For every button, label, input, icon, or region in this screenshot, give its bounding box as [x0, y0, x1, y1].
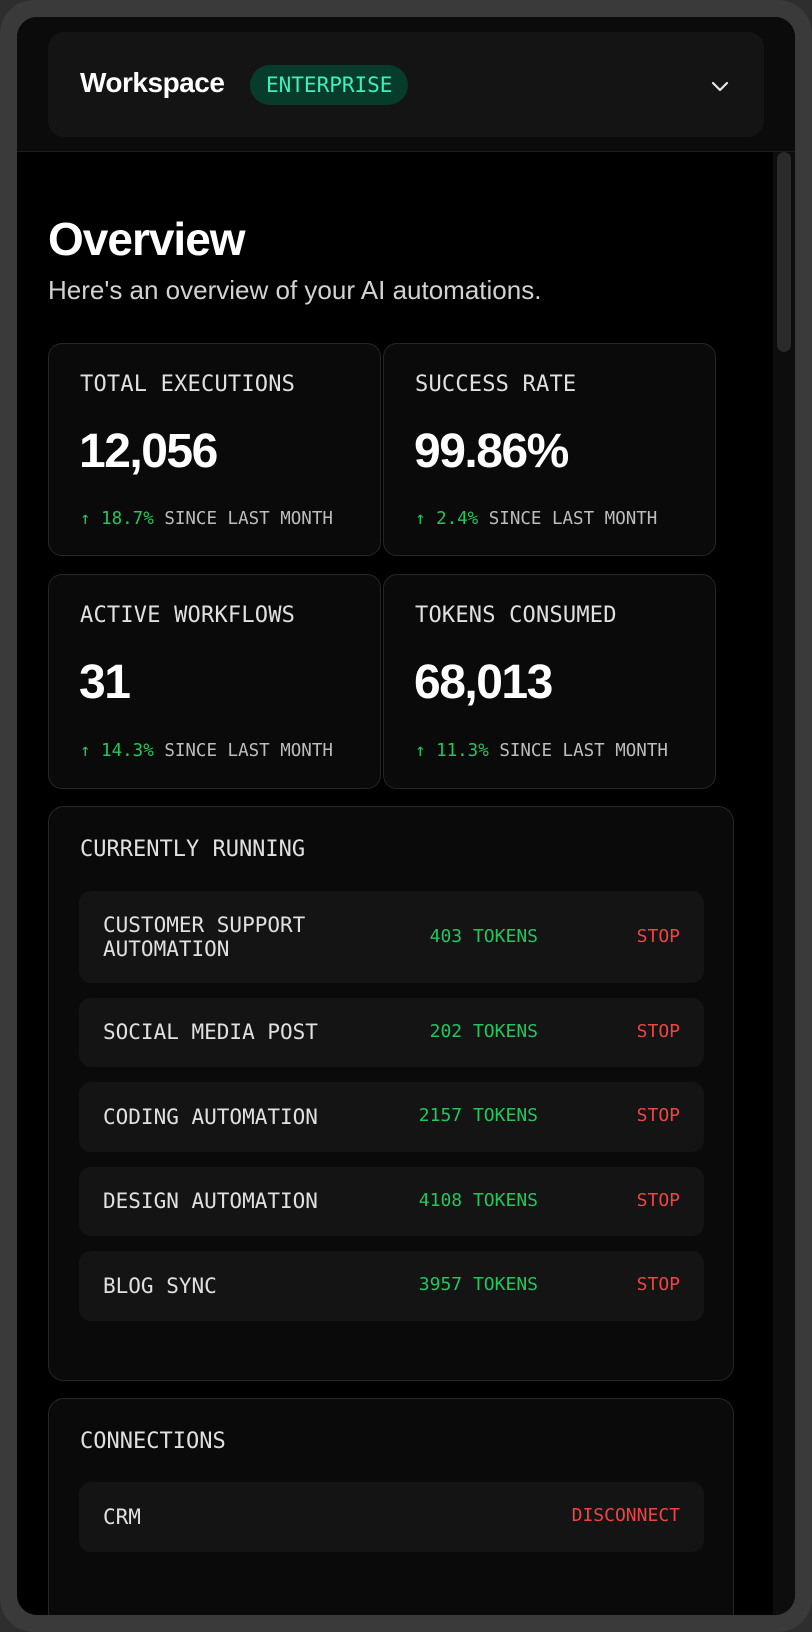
workspace-switcher[interactable]: Workspace ENTERPRISE	[48, 32, 764, 137]
stat-change: ↑ 18.7% SINCE LAST MONTH	[80, 509, 333, 529]
running-item: BLOG SYNC 3957 TOKENS STOP	[79, 1251, 704, 1321]
panel-title: CURRENTLY RUNNING	[80, 837, 306, 862]
stat-value: 68,013	[414, 656, 553, 709]
stop-button[interactable]: STOP	[637, 1274, 680, 1295]
plan-badge: ENTERPRISE	[250, 65, 409, 105]
disconnect-button[interactable]: DISCONNECT	[572, 1505, 680, 1526]
token-count: 202 TOKENS	[429, 1021, 538, 1042]
stat-change: ↑ 2.4% SINCE LAST MONTH	[415, 509, 657, 529]
chevron-down-icon[interactable]	[708, 74, 732, 98]
connections-panel: CONNECTIONS CRM DISCONNECT	[48, 1398, 734, 1615]
stat-change-percent: ↑ 18.7%	[80, 509, 154, 529]
currently-running-panel: CURRENTLY RUNNING CUSTOMER SUPPORT AUTOM…	[48, 806, 734, 1381]
running-item: CODING AUTOMATION 2157 TOKENS STOP	[79, 1082, 704, 1152]
token-count: 403 TOKENS	[429, 926, 538, 947]
stop-button[interactable]: STOP	[637, 1190, 680, 1211]
connection-name: CRM	[103, 1505, 141, 1529]
stat-label: SUCCESS RATE	[415, 372, 577, 397]
stop-button[interactable]: STOP	[637, 1105, 680, 1126]
panel-title: CONNECTIONS	[80, 1429, 226, 1454]
app-screen: Workspace ENTERPRISE Overview Here's an …	[17, 17, 795, 1615]
stat-card-total-executions: TOTAL EXECUTIONS 12,056 ↑ 18.7% SINCE LA…	[48, 343, 381, 556]
page-subtitle: Here's an overview of your AI automation…	[48, 275, 542, 305]
connection-item: CRM DISCONNECT	[79, 1482, 704, 1552]
scrollbar[interactable]	[773, 152, 795, 1615]
stat-change: ↑ 11.3% SINCE LAST MONTH	[415, 741, 668, 761]
stop-button[interactable]: STOP	[637, 1021, 680, 1042]
stat-label: ACTIVE WORKFLOWS	[80, 603, 296, 628]
stat-value: 31	[79, 656, 131, 709]
stat-card-active-workflows: ACTIVE WORKFLOWS 31 ↑ 14.3% SINCE LAST M…	[48, 574, 381, 789]
stat-card-tokens-consumed: TOKENS CONSUMED 68,013 ↑ 11.3% SINCE LAS…	[383, 574, 716, 789]
workflow-name: CODING AUTOMATION	[103, 1105, 318, 1129]
stat-value: 12,056	[79, 425, 218, 478]
stat-change-since: SINCE LAST MONTH	[488, 509, 658, 529]
device-frame: Workspace ENTERPRISE Overview Here's an …	[0, 0, 812, 1632]
stat-change-percent: ↑ 14.3%	[80, 741, 154, 761]
token-count: 4108 TOKENS	[418, 1190, 538, 1211]
stat-change-since: SINCE LAST MONTH	[499, 741, 668, 761]
page-title: Overview	[48, 213, 246, 265]
app-header: Workspace ENTERPRISE	[17, 17, 795, 152]
workflow-name: BLOG SYNC	[103, 1274, 217, 1298]
stat-card-success-rate: SUCCESS RATE 99.86% ↑ 2.4% SINCE LAST MO…	[383, 343, 716, 556]
stat-change-percent: ↑ 2.4%	[415, 509, 479, 529]
workflow-name: SOCIAL MEDIA POST	[103, 1020, 318, 1044]
stat-change-percent: ↑ 11.3%	[415, 741, 489, 761]
workspace-title: Workspace	[80, 67, 225, 98]
workflow-name: DESIGN AUTOMATION	[103, 1189, 318, 1213]
stat-change: ↑ 14.3% SINCE LAST MONTH	[80, 741, 333, 761]
stat-label: TOKENS CONSUMED	[415, 603, 617, 628]
stat-value: 99.86%	[414, 425, 569, 478]
scrollbar-thumb[interactable]	[777, 152, 791, 352]
token-count: 3957 TOKENS	[418, 1274, 538, 1295]
stat-change-since: SINCE LAST MONTH	[164, 741, 333, 761]
token-count: 2157 TOKENS	[418, 1105, 538, 1126]
running-item: DESIGN AUTOMATION 4108 TOKENS STOP	[79, 1167, 704, 1236]
stat-label: TOTAL EXECUTIONS	[80, 372, 296, 397]
stop-button[interactable]: STOP	[637, 926, 680, 947]
stat-change-since: SINCE LAST MONTH	[164, 509, 333, 529]
running-item: SOCIAL MEDIA POST 202 TOKENS STOP	[79, 998, 704, 1067]
workflow-name: CUSTOMER SUPPORT AUTOMATION	[103, 913, 306, 961]
running-item: CUSTOMER SUPPORT AUTOMATION 403 TOKENS S…	[79, 891, 704, 983]
